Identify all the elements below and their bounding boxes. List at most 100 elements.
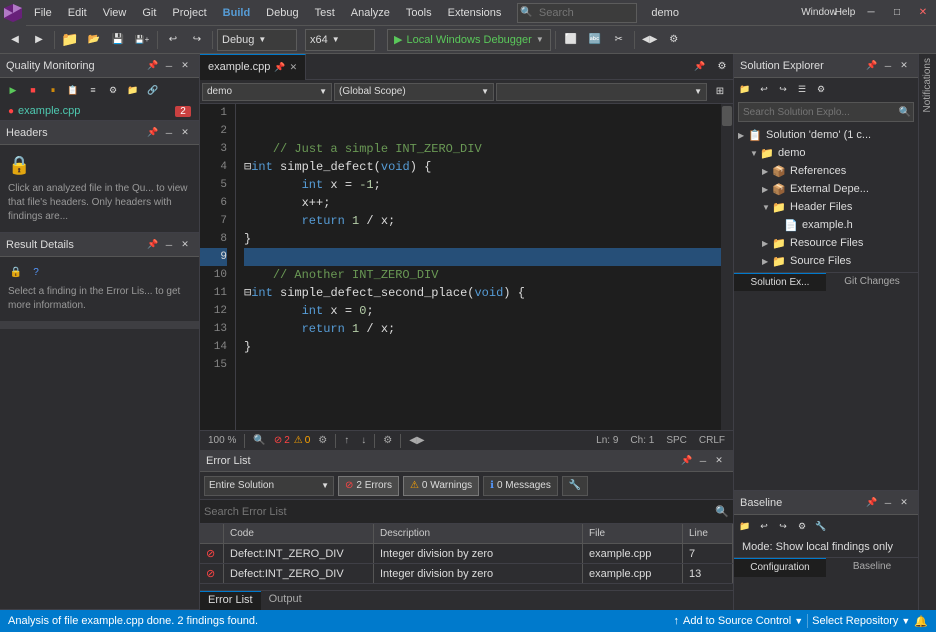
menu-extensions[interactable]: Extensions bbox=[440, 3, 510, 23]
result-minimize-button[interactable]: ─ bbox=[161, 237, 177, 253]
sol-btn-4[interactable]: ☰ bbox=[793, 80, 811, 98]
select-repository-button[interactable]: Select Repository ▼ bbox=[812, 615, 910, 627]
tree-item-resources[interactable]: ▶ 📁 Resource Files bbox=[734, 234, 918, 252]
notification-bell-icon[interactable]: 🔔 bbox=[914, 615, 928, 628]
error-list-tab[interactable]: Error List bbox=[200, 591, 261, 610]
col-header-desc[interactable]: Description bbox=[374, 524, 583, 543]
toolbar-extra-2[interactable]: 🔤 bbox=[584, 29, 606, 51]
tree-item-demo[interactable]: ▼ 📁 demo bbox=[734, 144, 918, 162]
solution-minimize-button[interactable]: ─ bbox=[880, 58, 896, 74]
menu-git[interactable]: Git bbox=[134, 3, 164, 23]
quality-btn-5[interactable]: ≡ bbox=[84, 81, 102, 99]
scope-dropdown[interactable]: (Global Scope) ▼ bbox=[334, 83, 494, 101]
menu-window[interactable]: Window bbox=[806, 0, 832, 26]
menu-debug[interactable]: Debug bbox=[258, 3, 306, 23]
warnings-filter-button[interactable]: ⚠ 0 Warnings bbox=[403, 476, 479, 496]
minimize-button[interactable]: ─ bbox=[858, 0, 884, 26]
result-scrollbar[interactable] bbox=[0, 321, 199, 329]
menu-edit[interactable]: Edit bbox=[60, 3, 95, 23]
sol-btn-1[interactable]: 📁 bbox=[736, 80, 754, 98]
error-list-close-button[interactable]: ✕ bbox=[711, 453, 727, 469]
toolbar-extra-3[interactable]: ✂ bbox=[608, 29, 630, 51]
col-header-line[interactable]: Line bbox=[683, 524, 733, 543]
error-count-status[interactable]: ⊘ 2 bbox=[274, 435, 290, 446]
nav-arrows[interactable]: ◀▶ bbox=[405, 435, 428, 446]
configuration-tab[interactable]: Configuration bbox=[734, 558, 826, 577]
code-content[interactable]: // Just a simple INT_ZERO_DIV ⊟int simpl… bbox=[236, 104, 721, 430]
restore-button[interactable]: □ bbox=[884, 0, 910, 26]
menu-file[interactable]: File bbox=[26, 3, 60, 23]
platform-dropdown[interactable]: x64 ▼ bbox=[305, 29, 375, 51]
tree-item-solution[interactable]: ▶ 📋 Solution 'demo' (1 c... bbox=[734, 126, 918, 144]
tree-item-headers[interactable]: ▼ 📁 Header Files bbox=[734, 198, 918, 216]
search-box[interactable]: 🔍 bbox=[517, 3, 637, 23]
nav-next-btn[interactable]: ↓ bbox=[357, 435, 370, 446]
editor-config-button[interactable]: ⚙ bbox=[711, 56, 733, 78]
quality-pin-button[interactable]: 📌 bbox=[145, 58, 161, 74]
solution-search[interactable]: 🔍 bbox=[738, 102, 914, 122]
baseline-btn-5[interactable]: 🔧 bbox=[812, 517, 830, 535]
result-pin-button[interactable]: 📌 bbox=[145, 237, 161, 253]
debug-config-dropdown[interactable]: Debug ▼ bbox=[217, 29, 297, 51]
start-debugger-button[interactable]: ▶ Local Windows Debugger ▼ bbox=[387, 29, 551, 51]
git-changes-tab[interactable]: Git Changes bbox=[826, 273, 918, 291]
notifications-label[interactable]: Notifications bbox=[922, 54, 933, 116]
col-header-file[interactable]: File bbox=[583, 524, 683, 543]
code-editor[interactable]: 1 2 3 4 5 6 7 8 9 10 11 12 13 14 15 bbox=[200, 104, 733, 430]
back-button[interactable]: ◀ bbox=[4, 29, 26, 51]
error-list-pin-button[interactable]: 📌 bbox=[679, 453, 695, 469]
baseline-tab[interactable]: Baseline bbox=[826, 558, 918, 577]
scope-select[interactable]: Entire Solution ▼ bbox=[204, 476, 334, 496]
result-close-button[interactable]: ✕ bbox=[177, 237, 193, 253]
menu-help[interactable]: Help bbox=[832, 0, 858, 26]
quality-play-btn[interactable]: ▶ bbox=[4, 81, 22, 99]
solution-search-input[interactable] bbox=[739, 107, 897, 118]
baseline-close-button[interactable]: ✕ bbox=[896, 495, 912, 511]
menu-build[interactable]: Build bbox=[215, 3, 259, 23]
quality-file-item[interactable]: ● example.cpp 2 bbox=[0, 102, 199, 120]
undo-button[interactable]: ↩ bbox=[162, 29, 184, 51]
scrollbar-thumb-v[interactable] bbox=[722, 106, 732, 126]
sol-btn-3[interactable]: ↪ bbox=[774, 80, 792, 98]
baseline-btn-3[interactable]: ↪ bbox=[774, 517, 792, 535]
output-tab[interactable]: Output bbox=[261, 591, 310, 610]
quality-btn-7[interactable]: 📁 bbox=[124, 81, 142, 99]
menu-analyze[interactable]: Analyze bbox=[343, 3, 398, 23]
save-all-button[interactable]: 💾 bbox=[107, 29, 129, 51]
menu-tools[interactable]: Tools bbox=[398, 3, 440, 23]
menu-project[interactable]: Project bbox=[164, 3, 214, 23]
quality-btn-8[interactable]: 🔗 bbox=[144, 81, 162, 99]
solution-close-button[interactable]: ✕ bbox=[896, 58, 912, 74]
sol-btn-2[interactable]: ↩ bbox=[755, 80, 773, 98]
close-button[interactable]: ✕ bbox=[910, 0, 936, 26]
baseline-btn-2[interactable]: ↩ bbox=[755, 517, 773, 535]
quality-btn-4[interactable]: 📋 bbox=[64, 81, 82, 99]
forward-button[interactable]: ▶ bbox=[28, 29, 50, 51]
quality-btn-6[interactable]: ⚙ bbox=[104, 81, 122, 99]
baseline-btn-4[interactable]: ⚙ bbox=[793, 517, 811, 535]
error-list-minimize-button[interactable]: ─ bbox=[695, 453, 711, 469]
breakpoint-icon[interactable]: ⚙ bbox=[379, 435, 396, 446]
tree-item-source[interactable]: ▶ 📁 Source Files bbox=[734, 252, 918, 270]
error-row-2[interactable]: ⊘ Defect:INT_ZERO_DIV Integer division b… bbox=[200, 564, 733, 584]
baseline-btn-1[interactable]: 📁 bbox=[736, 517, 754, 535]
baseline-minimize-button[interactable]: ─ bbox=[880, 495, 896, 511]
open-button[interactable]: 📂 bbox=[83, 29, 105, 51]
headers-minimize-button[interactable]: ─ bbox=[161, 125, 177, 141]
solution-ex-tab[interactable]: Solution Ex... bbox=[734, 273, 826, 291]
context-dropdown[interactable]: demo ▼ bbox=[202, 83, 332, 101]
errors-filter-button[interactable]: ⊘ 2 Errors bbox=[338, 476, 399, 496]
search-input[interactable] bbox=[535, 7, 625, 19]
toolbar-extra-4[interactable]: ◀▶ bbox=[639, 29, 661, 51]
source-control-button[interactable]: Add to Source Control ▼ bbox=[683, 615, 803, 627]
result-info-icon[interactable]: ? bbox=[28, 265, 44, 281]
quality-minimize-button[interactable]: ─ bbox=[161, 58, 177, 74]
toolbar-extra-1[interactable]: ⬜ bbox=[560, 29, 582, 51]
tab-close-icon[interactable]: ✕ bbox=[290, 62, 298, 73]
headers-close-button[interactable]: ✕ bbox=[177, 125, 193, 141]
filter-extra-button[interactable]: 🔧 bbox=[562, 476, 588, 496]
sol-btn-5[interactable]: ⚙ bbox=[812, 80, 830, 98]
solution-pin-button[interactable]: 📌 bbox=[864, 58, 880, 74]
baseline-pin-button[interactable]: 📌 bbox=[864, 495, 880, 511]
member-dropdown[interactable]: ▼ bbox=[496, 83, 707, 101]
